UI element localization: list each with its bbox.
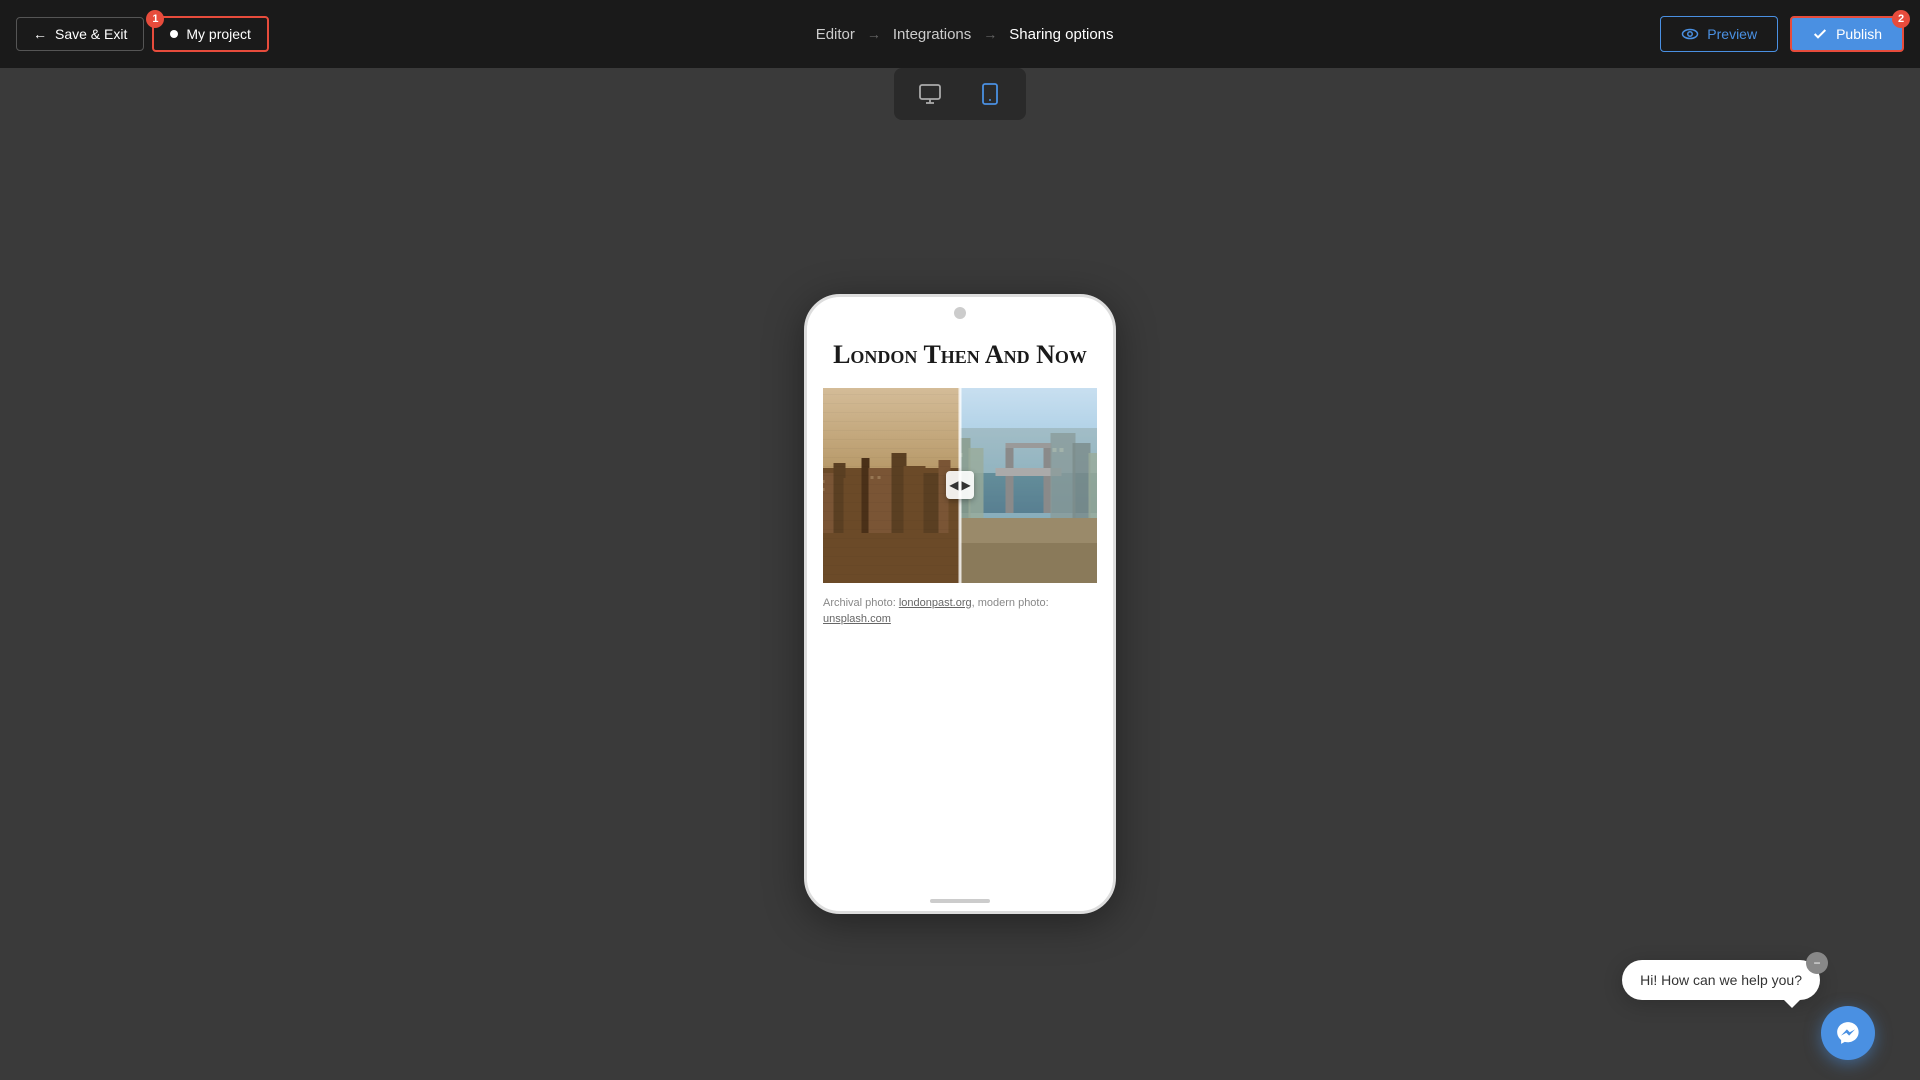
slider-handle[interactable]: ◀▶ (946, 471, 974, 499)
article-wrapper: London Then And Now (807, 319, 1113, 893)
publish-label: Publish (1836, 26, 1882, 42)
desktop-view-button[interactable] (902, 74, 958, 114)
topbar-center: Editor → Integrations → Sharing options (816, 26, 1114, 43)
image-comparison-slider[interactable]: ◀▶ (823, 388, 1097, 583)
topbar-left: ← Save & Exit 1 My project (16, 16, 269, 52)
chat-bubble-text: Hi! How can we help you? (1640, 972, 1802, 988)
mobile-view-button[interactable] (962, 74, 1018, 114)
preview-button[interactable]: Preview (1660, 16, 1778, 52)
old-london-photo (823, 388, 960, 583)
main-canvas: London Then And Now (0, 68, 1920, 1080)
arrow-left-icon: ← (33, 26, 47, 42)
badge-2: 2 (1892, 10, 1910, 28)
chat-bubble: Hi! How can we help you? − (1622, 960, 1820, 1000)
chat-close-button[interactable]: − (1806, 952, 1828, 974)
modern-link[interactable]: unsplash.com (823, 613, 891, 625)
preview-label: Preview (1707, 26, 1757, 42)
modern-london-photo (960, 388, 1097, 583)
messenger-icon (1835, 1020, 1861, 1046)
project-dot-icon (170, 30, 178, 38)
badge-1: 1 (146, 10, 164, 28)
device-toggle-bar (894, 68, 1026, 120)
save-exit-label: Save & Exit (55, 26, 127, 42)
article-title: London Then And Now (823, 339, 1097, 372)
nav-integrations[interactable]: Integrations (893, 26, 971, 43)
phone-notch (954, 307, 966, 319)
nav-arrow-1: → (867, 26, 881, 42)
image-caption: Archival photo: londonpast.org, modern p… (823, 595, 1097, 628)
phone-content: London Then And Now (807, 319, 1113, 893)
before-image (823, 388, 960, 583)
archival-caption-label: Archival photo: (823, 597, 899, 609)
chat-fab-button[interactable] (1821, 1006, 1875, 1060)
nav-sharing-options[interactable]: Sharing options (1009, 26, 1113, 43)
slider-arrows-icon: ◀▶ (949, 478, 970, 492)
publish-button[interactable]: 2 Publish (1790, 16, 1904, 52)
desktop-icon (918, 82, 942, 106)
phone-frame: London Then And Now (804, 294, 1116, 914)
topbar-right: Preview 2 Publish (1660, 16, 1904, 52)
my-project-button[interactable]: 1 My project (152, 16, 269, 52)
check-icon (1812, 26, 1828, 42)
topbar: ← Save & Exit 1 My project Editor → Inte… (0, 0, 1920, 68)
phone-home-indicator (930, 899, 990, 903)
after-image (960, 388, 1097, 583)
save-exit-button[interactable]: ← Save & Exit (16, 17, 144, 51)
my-project-label: My project (186, 26, 251, 42)
caption-separator: , modern photo: (972, 597, 1049, 609)
nav-editor[interactable]: Editor (816, 26, 855, 43)
eye-icon (1681, 25, 1699, 43)
archival-link[interactable]: londonpast.org (899, 597, 972, 609)
mobile-icon (978, 82, 1002, 106)
nav-arrow-2: → (983, 26, 997, 42)
